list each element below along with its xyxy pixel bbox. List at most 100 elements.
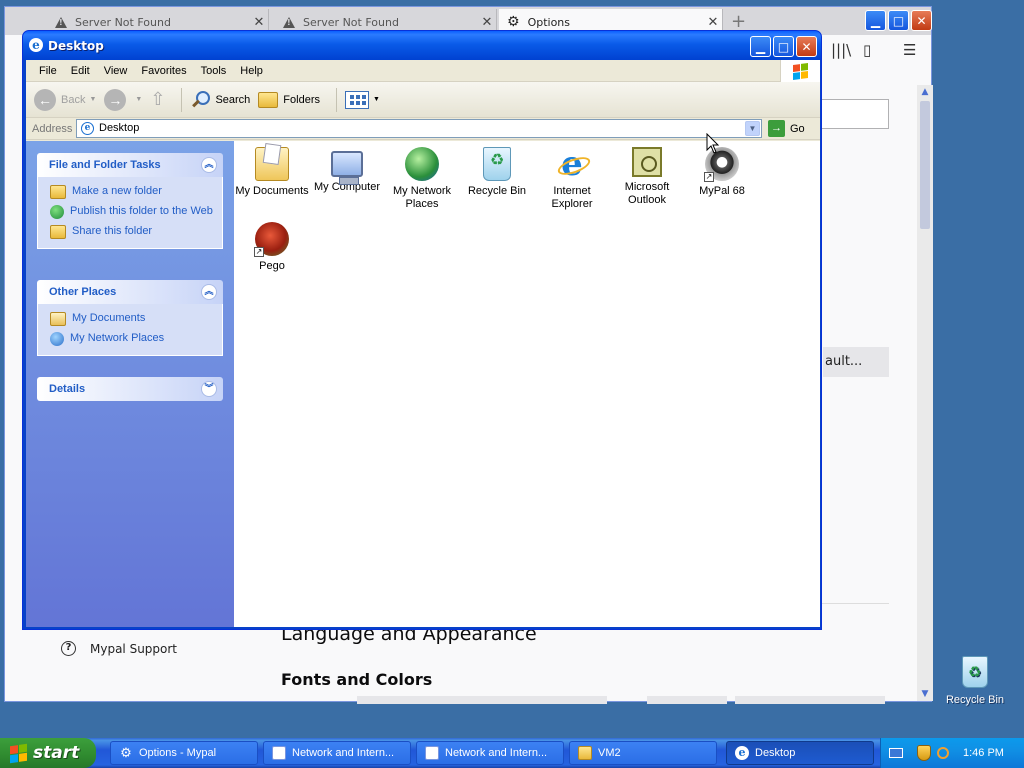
publish-web-icon [50, 205, 64, 219]
shortcut-arrow-icon: ↗ [704, 172, 714, 182]
item-label: My Documents [235, 185, 309, 197]
scroll-up-icon[interactable]: ▲ [919, 87, 931, 97]
taskbar-button-vm2[interactable]: VM2 [569, 741, 717, 765]
restore-defaults-button[interactable]: ault... [823, 347, 889, 377]
maximize-button[interactable]: □ [888, 10, 909, 31]
taskbar-button-mypal[interactable]: ⚙ Options - Mypal [110, 741, 258, 765]
back-button[interactable]: ← Back ▼ [34, 88, 97, 111]
taskbar-button-network-2[interactable]: Network and Intern... [416, 741, 564, 765]
minimize-button[interactable]: ▁ [865, 10, 886, 31]
support-link[interactable]: ? Mypal Support [61, 641, 177, 656]
taskbar-label: VM2 [598, 747, 621, 759]
scroll-thumb[interactable] [920, 101, 930, 229]
menu-icon[interactable]: ☰ [903, 41, 916, 59]
group-header[interactable]: Details ︾ [37, 377, 223, 401]
new-folder-icon [50, 185, 66, 199]
file-folder-tasks-group: File and Folder Tasks ︽ Make a new folde… [37, 153, 223, 249]
desktop-item[interactable]: e Internet Explorer [534, 147, 610, 211]
group-header[interactable]: Other Places ︽ [37, 280, 223, 304]
security-shield-icon[interactable] [917, 745, 931, 761]
collapse-icon[interactable]: ︽ [201, 284, 217, 300]
desktop-recycle-bin[interactable]: Recycle Bin [942, 656, 1008, 706]
keyboard-icon[interactable] [889, 748, 903, 758]
toolbar: ← Back ▼ → ▼ ⇧ Search Folders ▼ [26, 82, 820, 118]
place-my-documents[interactable]: My Documents [50, 309, 222, 329]
search-icon[interactable] [937, 747, 949, 759]
scrollbar[interactable]: ▲ ▼ [917, 85, 933, 701]
taskbar-button-network-1[interactable]: Network and Intern... [263, 741, 411, 765]
dropdown-control[interactable] [735, 696, 885, 704]
library-icon[interactable]: |||\ [831, 41, 851, 59]
folders-label: Folders [283, 93, 320, 106]
support-label: Mypal Support [90, 641, 178, 656]
task-make-new-folder[interactable]: Make a new folder [50, 182, 222, 202]
desktop-item[interactable]: My Network Places [384, 147, 460, 211]
place-my-network-places[interactable]: My Network Places [50, 329, 222, 349]
taskbar-button-desktop[interactable]: e Desktop [726, 741, 874, 765]
internet-explorer-icon: e [81, 122, 94, 135]
scroll-down-icon[interactable]: ▼ [919, 689, 931, 699]
forward-button[interactable]: → ▼ [104, 88, 142, 111]
help-icon: ? [61, 641, 76, 656]
desktop-item[interactable]: ↗ MyPal 68 [684, 147, 760, 198]
dropdown-control[interactable] [357, 696, 607, 704]
group-title: Details [49, 383, 86, 395]
chevron-down-icon: ▼ [89, 96, 97, 103]
folder-icon [578, 746, 592, 760]
up-button[interactable]: ⇧ [150, 89, 165, 110]
sidebar-icon[interactable]: ▯ [863, 41, 871, 59]
menu-edit[interactable]: Edit [64, 65, 97, 77]
collapse-icon[interactable]: ︽ [201, 157, 217, 173]
title-bar[interactable]: e Desktop ▁ □ ✕ [23, 31, 821, 60]
task-pane: File and Folder Tasks ︽ Make a new folde… [26, 141, 234, 627]
menu-view[interactable]: View [97, 65, 135, 77]
clock[interactable]: 1:46 PM [963, 747, 1004, 759]
task-share-folder[interactable]: Share this folder [50, 222, 222, 242]
go-label: Go [790, 122, 805, 135]
control-panel-icon [425, 746, 439, 760]
menu-help[interactable]: Help [233, 65, 270, 77]
chevron-down-icon[interactable]: ▼ [745, 121, 760, 136]
start-button[interactable]: start [0, 738, 96, 768]
address-input[interactable]: e Desktop ▼ [76, 119, 762, 138]
group-body: My Documents My Network Places [37, 304, 223, 356]
desktop-item[interactable]: Recycle Bin [459, 147, 535, 198]
menu-favorites[interactable]: Favorites [134, 65, 193, 77]
maximize-button[interactable]: □ [773, 36, 794, 57]
item-label: My Network Places [392, 185, 452, 210]
close-icon[interactable]: ✕ [704, 15, 722, 30]
dropdown-control[interactable] [647, 696, 727, 704]
task-publish-web[interactable]: Publish this folder to the Web [50, 202, 222, 222]
desktop-item[interactable]: My Computer [309, 147, 385, 194]
desktop-item[interactable]: Microsoft Outlook [609, 147, 685, 207]
go-button[interactable]: → Go [768, 120, 805, 137]
menu-file[interactable]: File [32, 65, 64, 77]
window-body: File Edit View Favorites Tools Help ← Ba… [26, 60, 820, 627]
close-icon[interactable]: ✕ [250, 15, 268, 30]
folders-button[interactable]: Folders [258, 91, 320, 108]
group-title: Other Places [49, 286, 117, 298]
item-label: Pego [259, 260, 285, 272]
views-button[interactable]: ▼ [344, 90, 380, 109]
close-button[interactable]: ✕ [911, 10, 932, 31]
desktop-item[interactable]: My Documents [234, 147, 310, 198]
search-input[interactable] [817, 99, 889, 129]
expand-icon[interactable]: ︾ [201, 381, 217, 397]
start-label: start [33, 743, 80, 763]
section-heading-fonts: Fonts and Colors [281, 670, 433, 689]
warning-icon [55, 16, 67, 28]
close-button[interactable]: ✕ [796, 36, 817, 57]
search-button[interactable]: Search [190, 90, 250, 110]
desktop-item[interactable]: ↗ Pego [234, 222, 310, 273]
back-arrow-icon: ← [34, 88, 56, 111]
menu-tools[interactable]: Tools [194, 65, 234, 77]
explorer-window: e Desktop ▁ □ ✕ File Edit View Favorites… [22, 30, 822, 630]
minimize-button[interactable]: ▁ [750, 36, 771, 57]
search-icon [190, 90, 211, 110]
address-value: Desktop [99, 122, 140, 134]
group-header[interactable]: File and Folder Tasks ︽ [37, 153, 223, 177]
new-tab-icon[interactable]: + [731, 11, 746, 32]
close-icon[interactable]: ✕ [478, 15, 496, 30]
address-bar: Address e Desktop ▼ → Go [26, 118, 820, 140]
item-label: Microsoft Outlook [624, 181, 670, 206]
